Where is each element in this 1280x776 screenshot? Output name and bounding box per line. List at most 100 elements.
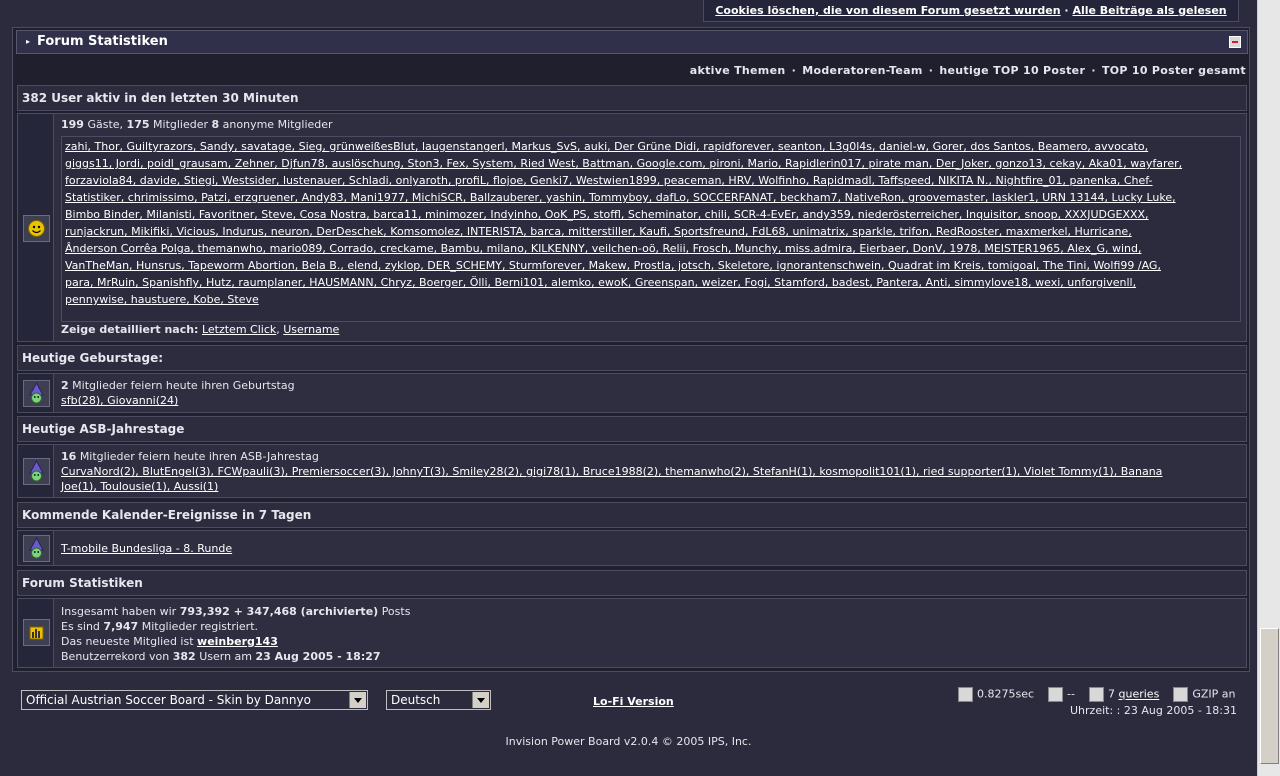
asb-heading: Heutige ASB-Jahrestage [17,416,1247,442]
separator: · [1091,64,1096,77]
exec-time: 0.8275sec [977,687,1035,701]
sort-label: Zeige detailliert nach: [61,323,199,336]
birthdays-summary: 2 Mitglieder feiern heute ihren Geburtst… [61,378,1242,393]
chevron-down-icon[interactable] [472,692,489,708]
chevron-down-icon[interactable] [349,692,366,708]
separator: · [791,64,797,77]
triangle-right-icon: ▸ [26,37,31,46]
birthdays-heading: Heutige Geburstage: [17,345,1247,371]
birthdays-row: 2 Mitglieder feiern heute ihren Geburtst… [17,373,1247,413]
clock-icon [958,687,973,702]
collapse-icon[interactable] [1229,36,1241,48]
skin-select-value: Official Austrian Soccer Board - Skin by… [26,693,311,707]
sort-by-last-click[interactable]: Letztem Click [202,323,276,336]
icon-cell [18,445,54,497]
stats-posts-count: 793,392 + 347,468 (archivierte) [179,605,379,618]
stats-members-line: Es sind 7,947 Mitglieder registriert. [61,619,1242,634]
stats-text: Posts [381,605,411,618]
user-list-line[interactable]: Ânderson Corrêa Polga, themanwho, mario0… [65,240,1237,257]
user-list-line[interactable]: runjackrun, Mikifiki, Vicious, Indurus, … [65,223,1237,240]
stats-members-count: 7,947 [103,620,139,633]
user-list-line[interactable]: VanTheMan, Hunsrus, Tapeworm Abortion, B… [65,257,1237,274]
icon-cell [18,599,54,667]
user-list-line[interactable]: Statistiker, chrimissimo, Patzi, erzgrue… [65,189,1237,206]
party-hat-icon [23,380,50,407]
language-select[interactable]: Deutsch [386,690,491,710]
scrollbar-thumb[interactable] [1260,628,1279,764]
link-active-topics[interactable]: aktive Themen [690,64,786,77]
forum-stats-content: Insgesamt haben wir 793,392 + 347,468 (a… [61,604,1242,664]
record-date: 23 Aug 2005 - 18:27 [255,650,381,663]
sort-options: Zeige detailliert nach: Letztem Click, U… [61,323,340,336]
bar-chart-icon [23,619,50,646]
icon-cell [18,114,54,341]
gzip-icon [1173,687,1189,702]
separator: · [1064,4,1069,17]
user-list-line[interactable]: giggs11, Jordi, poidl_grausam, Zehner, D… [65,155,1237,172]
asb-row: 16 Mitglieder feiern heute ihren ASB-Jah… [17,444,1247,498]
language-select-value: Deutsch [391,693,441,707]
calendar-event-link[interactable]: T-mobile Bundesliga - 8. Runde [61,542,232,555]
stats-text: Benutzerrekord von [61,650,170,663]
party-hat-icon [23,458,50,485]
asb-summary: 16 Mitglieder feiern heute ihren ASB-Jah… [61,449,1242,464]
calendar-heading: Kommende Kalender-Ereignisse in 7 Tagen [17,502,1247,528]
birthdays-count: 2 [61,379,69,392]
anon-count: 8 [211,118,220,131]
user-list-line[interactable]: pennywise, haustuere, Kobe, Steve [65,291,1237,308]
icon-cell [18,374,54,412]
stats-text: Es sind [61,620,100,633]
queries-count: 7 [1108,687,1115,701]
lofi-link[interactable]: Lo-Fi Version [593,695,674,708]
forum-stats-row: Insgesamt haben wir 793,392 + 347,468 (a… [17,598,1247,668]
server-load: -- [1067,687,1075,701]
separator: · [928,64,934,77]
delete-cookies-link[interactable]: Cookies löschen, die von diesem Forum ge… [715,4,1060,17]
user-list-line[interactable]: para, MrRuin, Spanishfly, Hutz, raumplan… [65,274,1237,291]
anon-label: anonyme Mitglieder [222,118,333,131]
monitor-icon [1048,687,1064,702]
birthdays-text: Mitglieder feiern heute ihren Geburtstag [72,379,295,392]
user-list-line[interactable]: zahi, Thor, Guiltyrazors, Sandy, savatag… [65,138,1237,155]
link-top10-overall[interactable]: TOP 10 Poster gesamt [1102,64,1246,77]
server-stats: 0.8275sec -- 7 queries GZIP an [958,687,1235,702]
user-list-line[interactable]: forzaviola84, davide, Stiegi, Westsider,… [65,172,1237,189]
calendar-row: T-mobile Bundesliga - 8. Runde [17,530,1247,566]
queries-link[interactable]: queries [1119,688,1160,701]
database-icon [1089,687,1104,702]
active-users-heading: 382 User aktiv in den letzten 30 Minuten [17,85,1247,111]
user-list-line[interactable]: Bimbo Binder, Milanisti, Favoritner, Ste… [65,206,1237,223]
birthdays-list[interactable]: sfb(28), Giovanni(24) [61,393,1242,408]
newest-member-link[interactable]: weinberg143 [197,635,278,648]
icon-cell [18,531,54,565]
asb-content: 16 Mitglieder feiern heute ihren ASB-Jah… [61,449,1242,494]
stats-sublinks: aktive Themen · Moderatoren-Team · heuti… [16,61,1246,81]
asb-list-line[interactable]: CurvaNord(2), BlutEngel(3), FCWpauli(3),… [61,464,1242,479]
active-users-list: zahi, Thor, Guiltyrazors, Sandy, savatag… [61,136,1241,322]
link-today-top10[interactable]: heutige TOP 10 Poster [939,64,1085,77]
record-count: 382 [172,650,196,663]
link-moderators[interactable]: Moderatoren-Team [802,64,922,77]
active-summary: 199 Gäste, 175 Mitglieder 8 anonyme Mitg… [61,118,1242,131]
stats-record-line: Benutzerrekord von 382 Usern am 23 Aug 2… [61,649,1242,664]
members-label: Mitglieder [153,118,209,131]
stats-text: Usern am [199,650,252,663]
active-users-row: 199 Gäste, 175 Mitglieder 8 anonyme Mitg… [17,113,1247,342]
birthdays-content: 2 Mitglieder feiern heute ihren Geburtst… [61,378,1242,408]
guests-count: 199 [61,118,84,131]
stats-text: Insgesamt haben wir [61,605,177,618]
party-hat-icon [23,535,50,562]
stats-posts-line: Insgesamt haben wir 793,392 + 347,468 (a… [61,604,1242,619]
asb-list-line[interactable]: Joe(1), Toulousie(1), Aussi(1) [61,479,1242,494]
smiley-icon [23,215,50,242]
calendar-content: T-mobile Bundesliga - 8. Runde [61,542,1242,555]
vertical-scrollbar[interactable] [1257,0,1280,776]
members-count: 175 [126,118,150,131]
skin-select[interactable]: Official Austrian Soccer Board - Skin by… [21,690,368,710]
gzip-status: GZIP an [1192,687,1236,701]
copyright: Invision Power Board v2.0.4 © 2005 IPS, … [505,735,752,748]
sort-by-username[interactable]: Username [283,323,339,336]
stats-text: Mitglieder registriert. [141,620,259,633]
guests-label: Gäste, [87,118,124,131]
stats-newest-line: Das neueste Mitglied ist weinberg143 [61,634,1242,649]
